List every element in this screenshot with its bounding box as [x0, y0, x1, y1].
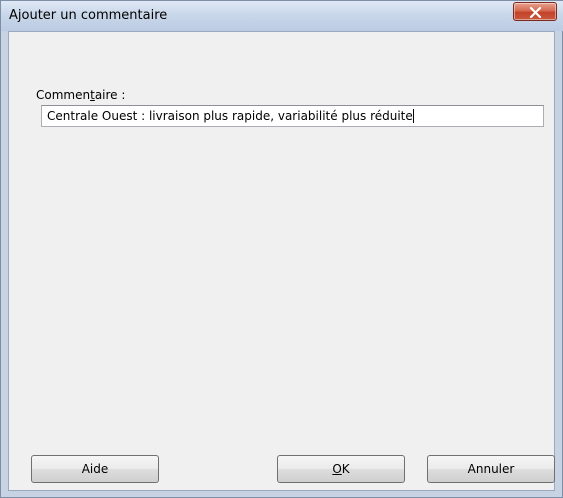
- help-button-label: Aide: [81, 462, 109, 476]
- ok-button[interactable]: OK: [277, 455, 405, 483]
- comment-label-prefix: Commen: [36, 88, 91, 102]
- close-icon: [529, 7, 542, 18]
- ok-button-label: K: [341, 462, 350, 476]
- comment-input-value: Centrale Ouest : livraison plus rapide, …: [47, 109, 413, 123]
- dialog-window: Ajouter un commentaire Commentaire : Cen…: [0, 0, 563, 498]
- help-button[interactable]: Aide: [31, 455, 159, 483]
- comment-label: Commentaire :: [36, 88, 125, 102]
- title-bar[interactable]: Ajouter un commentaire: [1, 1, 563, 31]
- text-caret: [412, 109, 414, 123]
- cancel-button-label: Annuler: [467, 462, 515, 476]
- cancel-button[interactable]: Annuler: [427, 455, 555, 483]
- comment-input[interactable]: Centrale Ouest : livraison plus rapide, …: [41, 105, 544, 127]
- window-title: Ajouter un commentaire: [9, 8, 168, 23]
- ok-button-mnemonic: O: [332, 462, 342, 476]
- close-button[interactable]: [513, 2, 557, 21]
- comment-label-suffix: aire :: [94, 88, 126, 102]
